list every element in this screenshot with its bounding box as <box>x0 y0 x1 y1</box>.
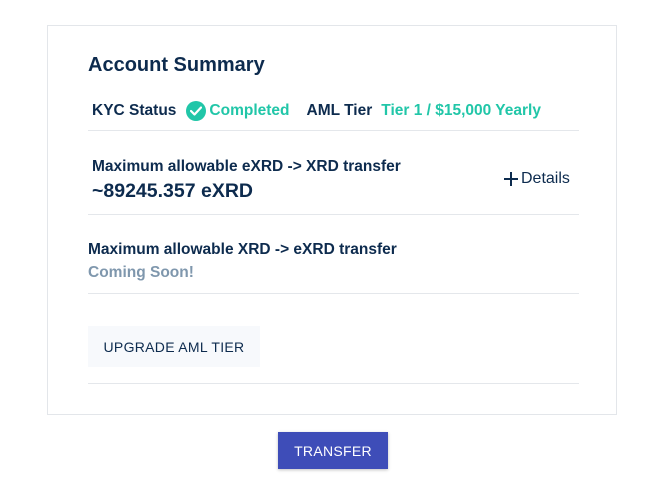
plus-icon <box>504 172 518 186</box>
account-summary-card: Account Summary KYC Status Completed AML… <box>47 25 617 415</box>
kyc-status-value: Completed <box>209 102 290 119</box>
aml-tier-label: AML Tier <box>306 102 373 119</box>
divider <box>88 214 579 215</box>
coming-soon-text: Coming Soon! <box>88 264 194 281</box>
page-title: Account Summary <box>88 54 265 76</box>
details-label: Details <box>521 170 570 187</box>
divider <box>88 383 579 384</box>
aml-tier-value: Tier 1 / $15,000 Yearly <box>381 102 541 119</box>
kyc-status-label: KYC Status <box>92 102 177 119</box>
transfer-button[interactable]: TRANSFER <box>278 432 388 469</box>
details-button[interactable]: Details <box>504 170 570 188</box>
check-circle-icon <box>186 101 207 121</box>
upgrade-aml-tier-button[interactable]: UPGRADE AML TIER <box>88 326 260 367</box>
status-row: KYC Status Completed AML Tier Tier 1 / $… <box>92 101 541 121</box>
exrd-to-xrd-amount: ~89245.357 eXRD <box>92 180 253 202</box>
divider <box>88 130 579 131</box>
xrd-to-exrd-label: Maximum allowable XRD -> eXRD transfer <box>88 241 397 258</box>
divider <box>88 293 579 294</box>
exrd-to-xrd-label: Maximum allowable eXRD -> XRD transfer <box>92 158 401 175</box>
